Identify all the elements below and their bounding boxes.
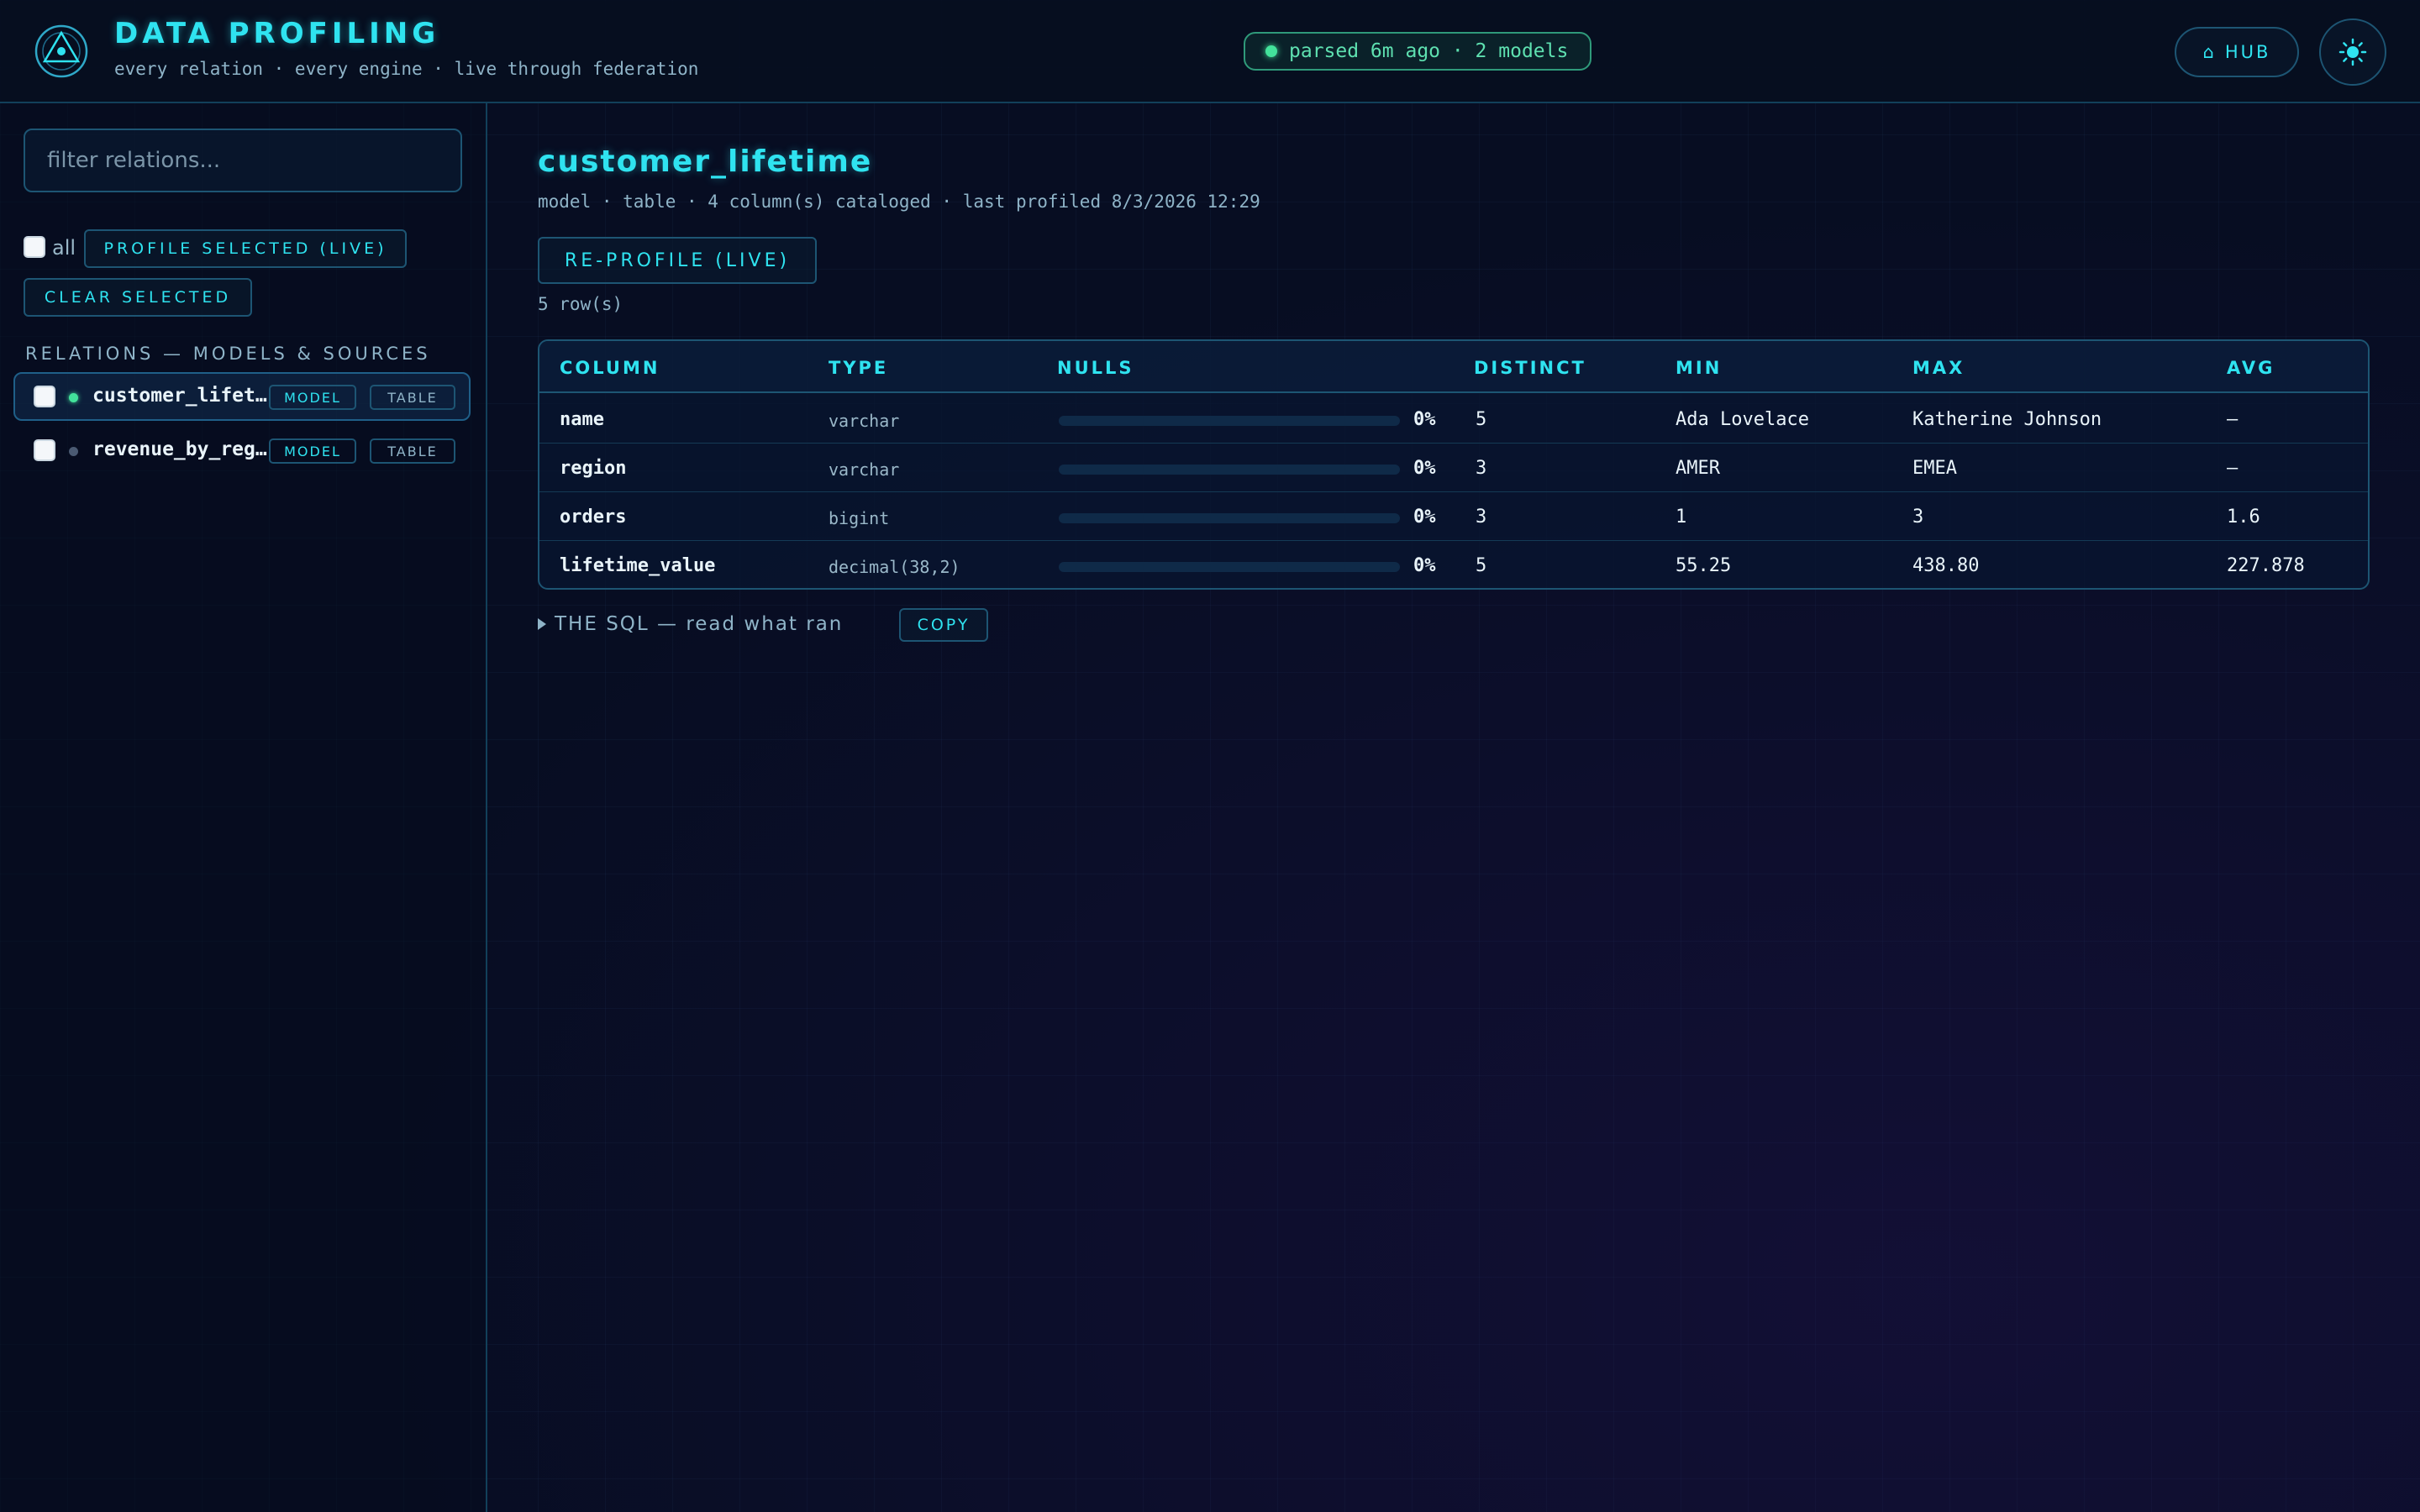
app-title: DATA PROFILING (114, 17, 440, 50)
cell-min: 55.25 (1676, 555, 1732, 576)
cell-type: decimal(38,2) (829, 557, 960, 577)
column-header: AVG (2227, 358, 2275, 378)
table-row: name varchar 0% 5 Ada Lovelace Katherine John… (539, 395, 2368, 444)
column-header: MIN (1676, 358, 1723, 378)
cell-nulls: 0% (1413, 507, 1436, 528)
column-header: MAX (1912, 358, 1965, 378)
select-all-label: all (52, 236, 76, 260)
profile-table: COLUMN TYPE NULLS DISTINCT MIN MAX AVG n… (538, 339, 2370, 590)
table-row: orders bigint 0% 3 1 3 1.6 (539, 492, 2368, 541)
parse-status-badge: parsed 6m ago · 2 models (1244, 32, 1592, 71)
relation-materialization-tag: TABLE (370, 385, 455, 410)
relation-status-dot-icon (69, 393, 78, 402)
relation-meta: model · table · 4 column(s) cataloged · … (538, 192, 1260, 212)
relation-title: customer_lifetime (538, 144, 873, 179)
caret-right-icon (538, 618, 546, 630)
reprofile-button[interactable]: RE-PROFILE (LIVE) (538, 237, 817, 284)
relation-kind-tag: MODEL (269, 438, 356, 464)
cell-min: AMER (1676, 458, 1720, 479)
column-header: COLUMN (560, 358, 660, 378)
table-row: region varchar 0% 3 AMER EMEA — (539, 444, 2368, 492)
hub-button-label: HUB (2224, 42, 2271, 62)
app-subtitle: every relation · every engine · live thr… (114, 59, 699, 79)
relation-checkbox[interactable] (34, 439, 55, 461)
sql-toggle-label: THE SQL — read what ran (555, 613, 844, 635)
cell-type: varchar (829, 459, 900, 480)
cell-min: 1 (1676, 507, 1687, 528)
relation-checkbox[interactable] (34, 386, 55, 407)
filter-relations-input[interactable] (24, 129, 462, 192)
column-header: DISTINCT (1474, 358, 1586, 378)
cell-distinct: 3 (1476, 507, 1487, 528)
relation-kind-tag: MODEL (269, 385, 356, 410)
select-all-checkbox[interactable] (24, 236, 45, 258)
home-icon: ⌂ (2202, 42, 2217, 62)
relation-name: customer_lifetime (92, 385, 269, 407)
sun-icon (2338, 38, 2367, 66)
cell-avg: 1.6 (2227, 507, 2260, 528)
cell-min: Ada Lovelace (1676, 409, 1809, 430)
cell-column: region (560, 458, 627, 479)
relation-name: revenue_by_region (92, 438, 269, 460)
cell-nulls: 0% (1413, 409, 1436, 430)
hub-button[interactable]: ⌂ HUB (2175, 27, 2299, 77)
parse-status-text: parsed 6m ago · 2 models (1289, 40, 1569, 62)
cell-type: bigint (829, 508, 890, 528)
status-dot-icon (1265, 45, 1277, 57)
clear-selected-button[interactable]: CLEAR SELECTED (24, 278, 252, 317)
cell-column: orders (560, 507, 627, 528)
sql-details-toggle[interactable]: THE SQL — read what ran (538, 613, 843, 635)
relation-status-dot-icon (69, 447, 78, 456)
cell-type: varchar (829, 411, 900, 431)
null-ratio-bar (1059, 465, 1400, 475)
cell-column: name (560, 409, 604, 430)
cell-avg: — (2227, 458, 2238, 479)
null-ratio-bar (1059, 562, 1400, 572)
table-header: COLUMN TYPE NULLS DISTINCT MIN MAX AVG (539, 341, 2368, 393)
cell-distinct: 5 (1476, 555, 1487, 576)
logo-icon (34, 24, 88, 78)
cell-avg: — (2227, 409, 2238, 430)
cell-max: 3 (1912, 507, 1924, 528)
relation-item-revenue-by-region[interactable]: revenue_by_region MODEL TABLE (13, 426, 471, 475)
cell-distinct: 3 (1476, 458, 1487, 479)
app-header: DATA PROFILING every relation · every en… (0, 0, 2420, 103)
null-ratio-bar (1059, 513, 1400, 523)
cell-avg: 227.878 (2227, 555, 2305, 576)
cell-nulls: 0% (1413, 555, 1436, 576)
cell-max: EMEA (1912, 458, 1957, 479)
cell-distinct: 5 (1476, 409, 1487, 430)
relation-item-customer-lifetime[interactable]: customer_lifetime MODEL TABLE (13, 372, 471, 421)
column-header: TYPE (829, 358, 889, 378)
null-ratio-bar (1059, 416, 1400, 426)
theme-toggle-button[interactable] (2319, 18, 2386, 86)
relation-materialization-tag: TABLE (370, 438, 455, 464)
relations-section-label: RELATIONS — MODELS & SOURCES (25, 344, 431, 364)
cell-max: 438.80 (1912, 555, 1980, 576)
cell-column: lifetime_value (560, 555, 716, 576)
copy-sql-button[interactable]: COPY (899, 608, 988, 642)
column-header: NULLS (1057, 358, 1134, 378)
row-count: 5 row(s) (538, 294, 623, 314)
cell-max: Katherine Johnson (1912, 409, 2102, 430)
profile-selected-button[interactable]: PROFILE SELECTED (LIVE) (84, 229, 407, 268)
cell-nulls: 0% (1413, 458, 1436, 479)
table-row: lifetime_value decimal(38,2) 0% 5 55.25 438.8… (539, 541, 2368, 588)
sidebar: all PROFILE SELECTED (LIVE) CLEAR SELECT… (0, 103, 487, 1512)
